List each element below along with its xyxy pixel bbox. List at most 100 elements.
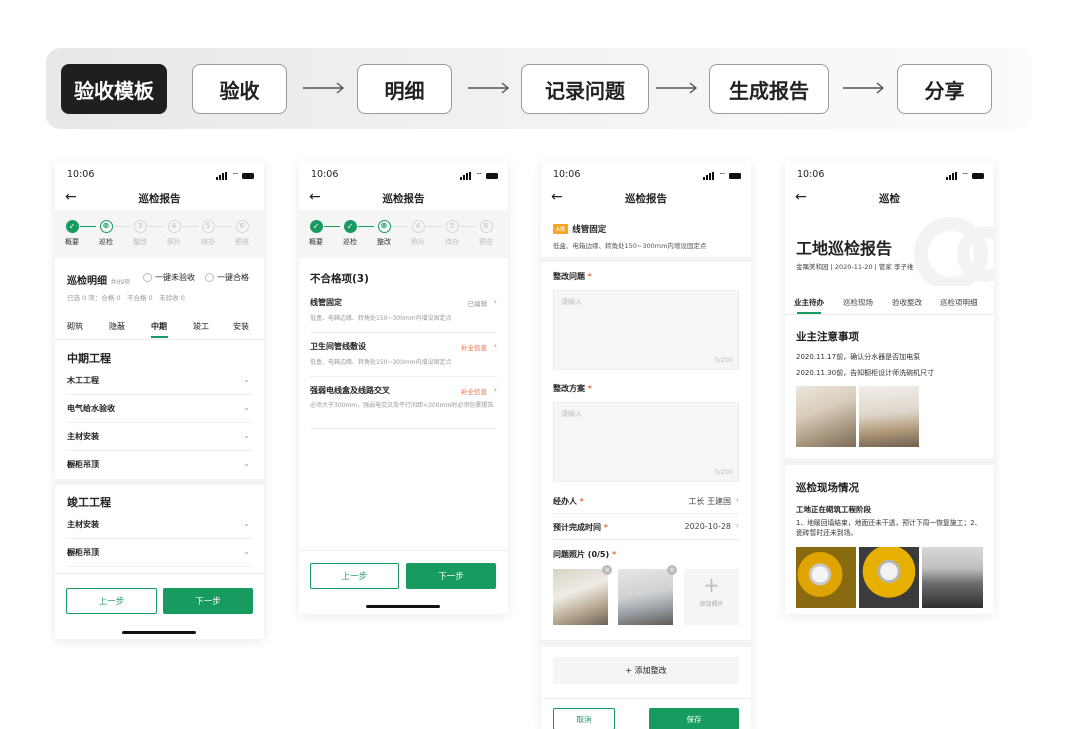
- phone-failed-items: 10:06 ⌔ ← 巡检报告 ✓ 概要 ✓ 巡检 ⊗ 整改 4 照片 5 待办 6 预览 不…: [299, 161, 508, 614]
- arrow-right-icon: [468, 82, 510, 94]
- remove-photo-icon[interactable]: ×: [602, 565, 612, 575]
- note-photo[interactable]: [796, 386, 856, 447]
- tab-mid-stage[interactable]: 中期: [151, 321, 167, 332]
- group-title-mid: 中期工程: [67, 352, 111, 365]
- issue-photo[interactable]: ×: [553, 565, 612, 625]
- tab-installation[interactable]: 安装: [233, 321, 249, 332]
- chevron-right-icon: ›: [493, 297, 497, 306]
- photos-label: 问题照片 (0/5) *: [553, 550, 617, 559]
- chevron-right-icon: ›: [735, 495, 739, 504]
- add-rectification-button[interactable]: + 添加整改: [553, 657, 739, 684]
- item-name: 线管固定: [572, 225, 607, 235]
- tab-site[interactable]: 巡检现场: [843, 297, 873, 308]
- home-indicator: [122, 631, 196, 634]
- site-photo[interactable]: [922, 547, 983, 608]
- due-date-value: 2020-10-28: [684, 522, 732, 531]
- section-title: 巡检明细 共99项: [67, 276, 131, 287]
- plan-textarea[interactable]: 请输入 0/200: [553, 402, 739, 482]
- status-time: 10:06: [67, 169, 95, 180]
- battery-icon: [729, 173, 741, 179]
- item-count: 共99项: [110, 279, 131, 286]
- step-preview[interactable]: 6 预览: [466, 220, 506, 247]
- issue-textarea[interactable]: 请输入 0/200: [553, 290, 739, 370]
- toggle-all-pass[interactable]: 一键合格: [205, 272, 249, 283]
- note-photo[interactable]: [859, 386, 919, 447]
- failed-item[interactable]: 卫生间管线敷设 补全信息 › 低盒、电箱边缘、转角处150~300mm内增设固定…: [310, 337, 497, 377]
- check-icon: ✓: [309, 220, 323, 233]
- failed-items-header: 不合格项(3): [310, 273, 369, 285]
- page-title: 巡检报告: [625, 193, 667, 205]
- failed-item[interactable]: 线管固定 已编辑 › 低盒、电箱边缘、转角处150~300mm内增设固定点: [310, 293, 497, 333]
- wifi-icon: ⌔: [961, 171, 969, 180]
- divider: [541, 257, 751, 262]
- required-star: *: [587, 384, 592, 393]
- list-item[interactable]: 木工工程 ⌄: [67, 367, 252, 395]
- issue-photo[interactable]: ×: [618, 565, 677, 625]
- due-date-field[interactable]: 预计完成时间 * 2020-10-28 ›: [553, 514, 739, 540]
- page-title: 巡检: [879, 193, 900, 205]
- failed-item[interactable]: 强弱电线盒及线路交叉 补全信息 › 必须大于300mm，强弱电交叉及平行间距<3…: [310, 381, 497, 429]
- flow-step-acceptance: 验收: [192, 64, 287, 114]
- issue-label: 整改问题 *: [553, 272, 592, 281]
- battery-icon: [242, 173, 254, 179]
- item-status: 补全信息: [461, 344, 487, 352]
- failed-item-desc: 低盒、电箱边缘、转角处150~300mm内增设固定点: [310, 315, 452, 322]
- chevron-down-icon: ⌄: [243, 375, 250, 384]
- cancel-button[interactable]: 取消: [553, 708, 615, 729]
- flow-step-record-issue: 记录问题: [521, 64, 649, 114]
- save-button[interactable]: 保存: [649, 708, 739, 729]
- char-counter: 0/200: [714, 356, 733, 364]
- required-star: *: [587, 272, 592, 281]
- tab-owner-todo[interactable]: 业主待办: [794, 297, 824, 308]
- chevron-right-icon: ›: [493, 385, 497, 394]
- phone-inspection-report: 10:06 ⌔ ← 巡检 工地巡检报告 金隅美和园 | 2020-11-20 |…: [785, 161, 994, 614]
- divider: [785, 458, 994, 465]
- selection-stats: 已选 0 项：合格 0 不合格 0 未验收 0: [67, 294, 185, 302]
- chevron-down-icon: ⌄: [243, 431, 250, 440]
- wifi-icon: ⌔: [231, 171, 239, 180]
- status-time: 10:06: [797, 169, 825, 180]
- nav-bar: ← 巡检报告: [55, 188, 264, 208]
- step-preview[interactable]: 6 预览: [222, 220, 262, 247]
- radio-icon: [205, 273, 214, 282]
- arrow-right-icon: [656, 82, 698, 94]
- next-step-button[interactable]: 下一步: [406, 563, 496, 589]
- list-item[interactable]: 电气给水验收 ⌄: [67, 395, 252, 423]
- check-icon: ✓: [343, 220, 357, 233]
- nav-bar: ← 巡检: [785, 188, 994, 208]
- add-photo-button[interactable]: + 添加照片: [684, 569, 739, 625]
- site-photo[interactable]: [859, 547, 919, 608]
- flow-banner: 验收模板 验收 明细 记录问题 生成报告 分享: [46, 48, 1032, 129]
- note-item: 2020.11.30前，告知橱柜设计师洗碗机尺寸: [796, 369, 935, 377]
- site-photo[interactable]: [796, 547, 856, 608]
- list-item[interactable]: 主材安装 ⌄: [67, 423, 252, 451]
- notes-title: 业主注意事项: [796, 331, 859, 343]
- handler-field[interactable]: 经办人 * 工长 王建国 ›: [553, 488, 739, 514]
- required-star: *: [603, 523, 608, 532]
- divider: [541, 640, 751, 647]
- next-step-button[interactable]: 下一步: [163, 588, 253, 614]
- status-bar: 10:06 ⌔: [785, 169, 994, 181]
- chevron-down-icon: ⌄: [243, 547, 250, 556]
- item-header: A类 线管固定: [553, 223, 606, 235]
- status-time: 10:06: [553, 169, 581, 180]
- prev-step-button[interactable]: 上一步: [66, 588, 157, 614]
- list-item[interactable]: 橱柜吊顶 ⌄: [67, 539, 252, 567]
- phone-inspection-detail: 10:06 ⌔ ← 巡检报告 ✓ 概要 ⊗ 巡检 3 整改 4 照片 5 待办 6 预览 巡…: [55, 161, 264, 639]
- tab-item-detail[interactable]: 巡检项明细: [940, 297, 978, 308]
- site-subtitle: 工地正在砌筑工程阶段: [796, 505, 871, 514]
- tab-acceptance[interactable]: 验收整改: [892, 297, 922, 308]
- toggle-all-unchecked[interactable]: 一键未验收: [143, 272, 195, 283]
- tab-masonry[interactable]: 砌筑: [67, 321, 83, 332]
- remove-photo-icon[interactable]: ×: [667, 565, 677, 575]
- prev-step-button[interactable]: 上一步: [310, 563, 399, 589]
- tab-completion[interactable]: 竣工: [193, 321, 209, 332]
- list-item[interactable]: 橱柜吊顶 ⌄: [67, 451, 252, 479]
- step-current-marker: ⊗: [377, 220, 391, 233]
- arrow-right-icon: [303, 82, 345, 94]
- flow-step-share: 分享: [897, 64, 992, 114]
- list-item[interactable]: 主材安装 ⌄: [67, 511, 252, 539]
- report-tabs: 业主待办 巡检现场 验收整改 巡检项明细: [785, 291, 994, 315]
- status-bar: 10:06 ⌔: [541, 169, 751, 181]
- tab-concealed[interactable]: 隐蔽: [109, 321, 125, 332]
